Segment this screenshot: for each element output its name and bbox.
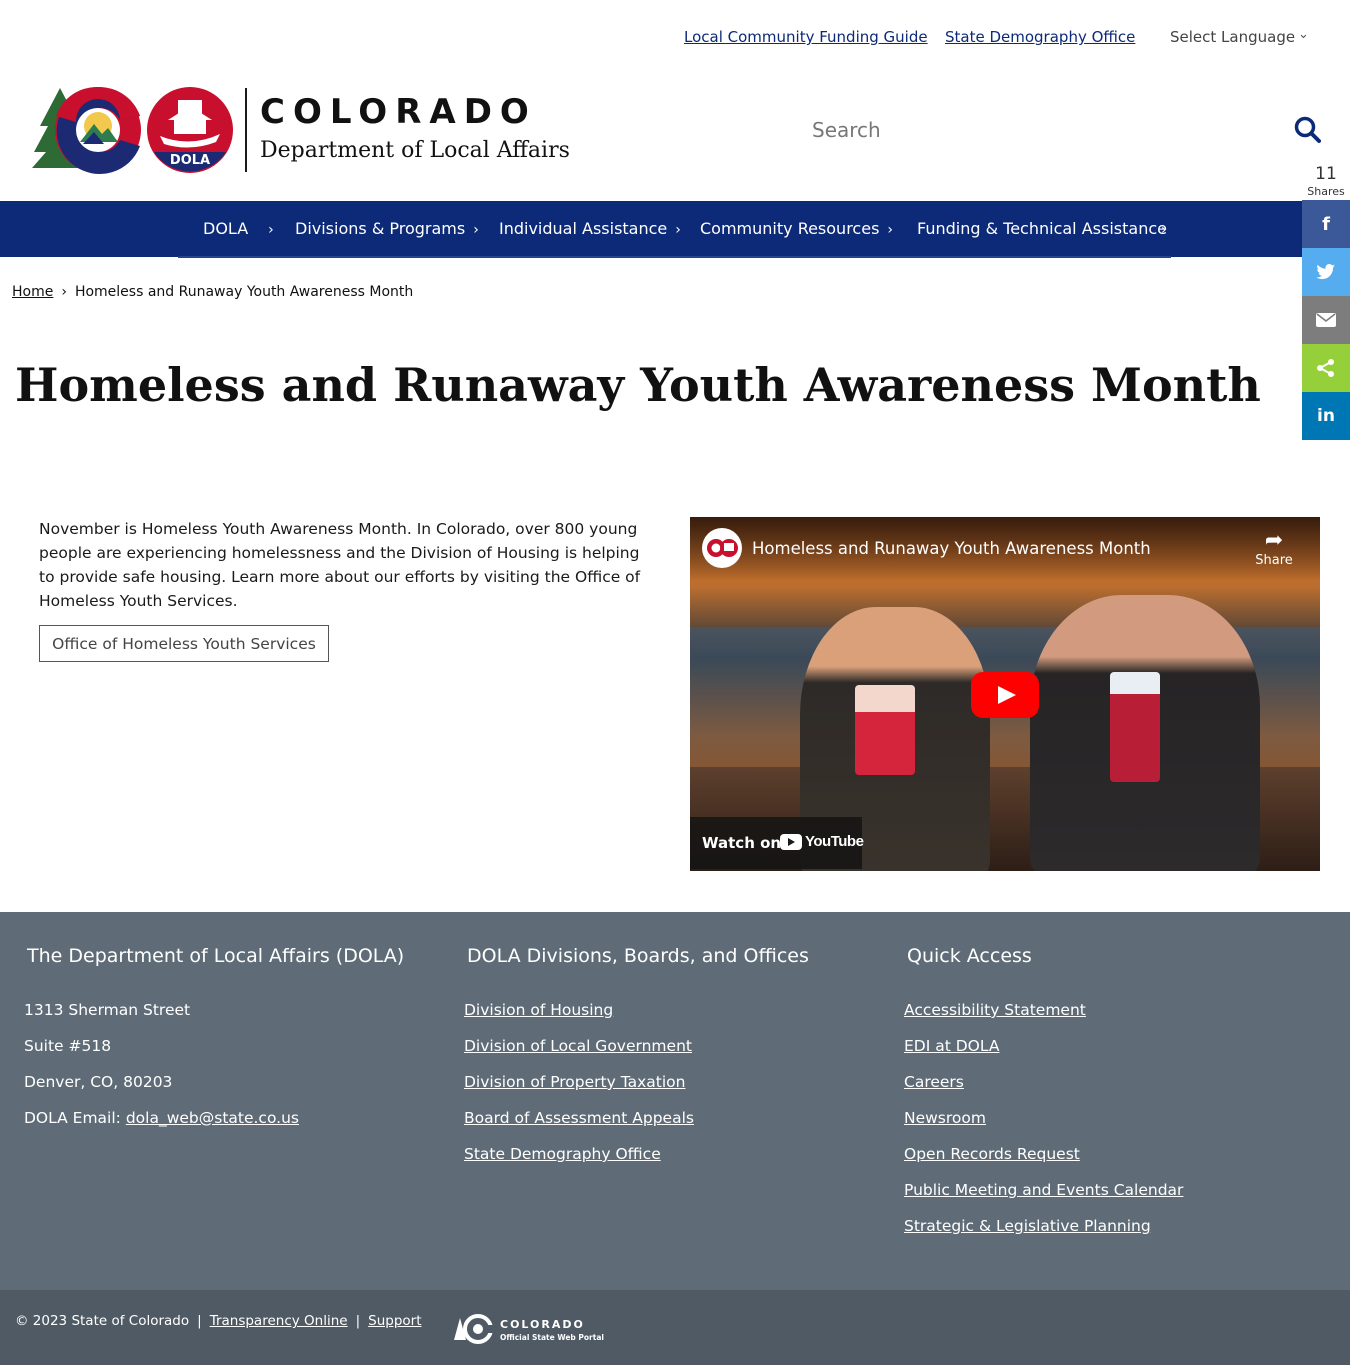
search-box[interactable]: Search: [810, 110, 1330, 154]
nav-item-label: Divisions & Programs: [295, 219, 466, 238]
share-count: 11 Shares: [1302, 164, 1350, 198]
chevron-down-icon: ⌄: [1298, 27, 1309, 42]
footer-address-line: Suite #518: [24, 1037, 112, 1055]
footer-address-line: 1313 Sherman Street: [24, 1001, 191, 1019]
brand-colorado: COLORADO: [260, 92, 537, 132]
colorado-c-logo-icon: DOLA: [32, 86, 233, 174]
logo-divider: [245, 88, 247, 172]
language-select-label: Select Language: [1170, 28, 1296, 46]
footer-link-edi-at-dola[interactable]: EDI at DOLA: [904, 1037, 999, 1055]
footer-email: DOLA Email: dola_web@state.co.us: [24, 1109, 299, 1127]
support-link[interactable]: Support: [368, 1313, 421, 1329]
footer-link-division-of-property-taxation[interactable]: Division of Property Taxation: [464, 1073, 685, 1091]
nav-item-label: Individual Assistance: [499, 219, 668, 238]
main-nav: DOLA › Divisions & Programs › Individual A…: [0, 201, 1350, 258]
footer-link-division-of-housing[interactable]: Division of Housing: [464, 1001, 613, 1019]
brand-department: Department of Local Affairs: [260, 138, 570, 163]
video-person-left-shirt: [855, 685, 915, 775]
language-select[interactable]: Select Language ⌄: [1170, 27, 1309, 46]
nav-item-label: DOLA: [203, 219, 249, 238]
footer-heading-divisions: DOLA Divisions, Boards, and Offices: [467, 945, 809, 967]
footer-link-newsroom[interactable]: Newsroom: [904, 1109, 986, 1127]
share-arrow-icon: ➦: [1264, 528, 1284, 553]
footer-link-strategic-legislative-planning[interactable]: Strategic & Legislative Planning: [904, 1217, 1151, 1235]
linkedin-share-icon[interactable]: in: [1302, 392, 1350, 440]
youtube-video-embed[interactable]: Homeless and Runaway Youth Awareness Mon…: [690, 517, 1320, 871]
colorado-portal-logo-icon: [454, 1314, 496, 1344]
sub-footer: © 2023 State of Colorado | Transparency On…: [0, 1290, 1350, 1365]
chevron-right-icon: ›: [1160, 222, 1167, 238]
footer-heading-quick-access: Quick Access: [907, 945, 1032, 967]
nav-underline: [178, 256, 1171, 258]
facebook-share-icon[interactable]: f: [1302, 200, 1350, 248]
channel-avatar[interactable]: [702, 528, 742, 568]
video-share-button[interactable]: ➦ Share: [1252, 528, 1296, 569]
nav-item-label: Funding & Technical Assistance: [917, 219, 1167, 238]
chevron-right-icon: ›: [887, 222, 894, 238]
nav-item-divisions-programs[interactable]: Divisions & Programs ›: [295, 219, 479, 238]
chevron-right-icon: ›: [675, 222, 681, 238]
copyright-line: © 2023 State of Colorado | Transparency On…: [15, 1313, 422, 1329]
search-input[interactable]: Search: [812, 118, 881, 142]
chevron-right-icon: ›: [268, 222, 274, 238]
play-button-icon[interactable]: [971, 672, 1039, 718]
youtube-wordmark: YouTube: [805, 833, 864, 850]
chevron-right-icon: ›: [473, 222, 479, 238]
search-icon[interactable]: [1294, 116, 1322, 148]
breadcrumb-home-link[interactable]: Home: [12, 284, 53, 300]
breadcrumb: Home › Homeless and Runaway Youth Awarenes…: [12, 284, 413, 300]
footer-link-accessibility-statement[interactable]: Accessibility Statement: [904, 1001, 1086, 1019]
nav-item-community-resources[interactable]: Community Resources ›: [700, 219, 893, 238]
site-footer: The Department of Local Affairs (DOLA) 1…: [0, 912, 1350, 1290]
state-demography-office-link[interactable]: State Demography Office: [945, 28, 1135, 46]
transparency-online-link[interactable]: Transparency Online: [210, 1313, 348, 1329]
video-title[interactable]: Homeless and Runaway Youth Awareness Mon…: [752, 539, 1151, 558]
utility-bar: Local Community Funding Guide State Demo…: [0, 0, 1350, 76]
watch-on-label: Watch on: [702, 834, 782, 852]
copyright-text: © 2023 State of Colorado: [15, 1313, 190, 1329]
separator: |: [197, 1313, 202, 1329]
nav-item-label: Community Resources: [700, 219, 880, 238]
watch-on-youtube-button[interactable]: Watch on YouTube: [690, 817, 864, 869]
local-community-funding-guide-link[interactable]: Local Community Funding Guide: [684, 28, 928, 46]
footer-link-public-meeting-calendar[interactable]: Public Meeting and Events Calendar: [904, 1181, 1183, 1199]
share-count-label: Shares: [1307, 185, 1345, 198]
footer-link-division-of-local-government[interactable]: Division of Local Government: [464, 1037, 692, 1055]
separator: |: [355, 1313, 361, 1329]
youtube-logo-icon: YouTube: [780, 833, 864, 850]
footer-email-label: DOLA Email:: [24, 1109, 126, 1127]
footer-heading-dola: The Department of Local Affairs (DOLA): [27, 945, 405, 967]
intro-paragraph: November is Homeless Youth Awareness Mon…: [39, 520, 641, 610]
breadcrumb-current: Homeless and Runaway Youth Awareness Mon…: [74, 284, 414, 300]
footer-link-careers[interactable]: Careers: [904, 1073, 964, 1091]
twitter-share-icon[interactable]: [1302, 248, 1350, 296]
share-rail: f in: [1302, 200, 1350, 440]
dola-badge-text: DOLA: [170, 153, 210, 168]
email-share-icon[interactable]: [1302, 296, 1350, 344]
sharethis-share-icon[interactable]: [1302, 344, 1350, 392]
footer-address-line: Denver, CO, 80203: [24, 1073, 173, 1091]
portal-wordmark: COLORADO: [500, 1318, 585, 1331]
share-count-number: 11: [1315, 164, 1337, 184]
footer-email-link[interactable]: dola_web@state.co.us: [126, 1109, 299, 1127]
page-title: Homeless and Runaway Youth Awareness Mon…: [15, 358, 1261, 412]
chevron-right-icon: ›: [61, 284, 67, 300]
nav-item-individual-assistance[interactable]: Individual Assistance ›: [499, 219, 681, 238]
video-person-right-shirt: [1110, 672, 1160, 782]
video-share-label: Share: [1255, 553, 1293, 568]
footer-link-board-of-assessment-appeals[interactable]: Board of Assessment Appeals: [464, 1109, 694, 1127]
colorado-portal-logo[interactable]: COLORADO Official State Web Portal: [454, 1314, 604, 1348]
portal-subtitle: Official State Web Portal: [500, 1333, 604, 1342]
site-logo[interactable]: DOLA COLORADO Department of Local Affair…: [28, 86, 588, 176]
nav-item-dola[interactable]: DOLA ›: [203, 219, 274, 238]
footer-link-state-demography-office[interactable]: State Demography Office: [464, 1145, 661, 1163]
footer-link-open-records-request[interactable]: Open Records Request: [904, 1145, 1080, 1163]
office-homeless-youth-services-button[interactable]: Office of Homeless Youth Services: [39, 625, 329, 662]
nav-item-funding-technical-assistance[interactable]: Funding & Technical Assistance›: [917, 219, 1167, 238]
